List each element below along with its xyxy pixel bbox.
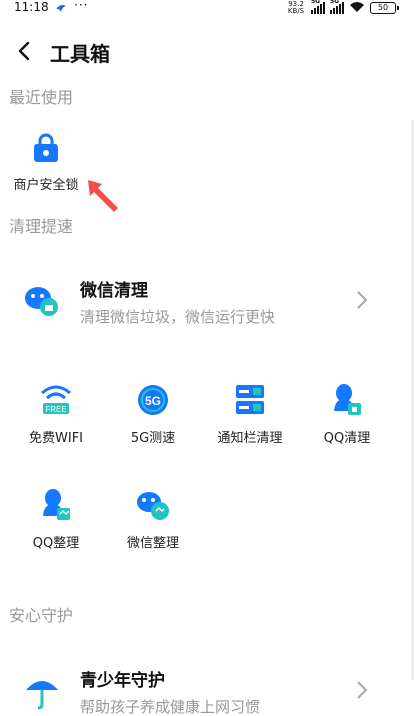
recent-item-merchant-lock[interactable]: 商户安全锁 [6,132,86,193]
tool-label: 通知栏清理 [217,431,283,446]
umbrella-icon [24,674,60,714]
pointer-arrow-icon [86,178,122,218]
wechat-clean-icon [24,284,60,322]
free-wifi-icon: FREE [8,383,104,417]
tool-qq-organize[interactable]: QQ整理 [8,488,104,551]
chevron-right-icon [356,680,368,704]
chevron-right-icon [356,290,368,314]
wechat-clean-title: 微信清理 [80,281,148,301]
tool-label: QQ清理 [323,431,371,446]
wechat-clean-row[interactable]: 微信清理 清理微信垃圾，微信运行更快 [0,266,414,336]
recent-item-label: 商户安全锁 [13,178,79,193]
network-speed: 93.2 KB/S [287,0,305,15]
lock-icon [6,132,86,166]
battery-icon: 50 [370,2,399,14]
tool-wechat-organize[interactable]: 微信整理 [105,488,201,551]
svg-text:5G: 5G [145,394,161,408]
notification-app-icon [55,2,67,16]
tool-label: QQ整理 [32,536,80,551]
more-notifications-icon: ··· [74,0,89,12]
section-title-guard: 安心守护 [9,606,74,625]
wifi-icon [349,1,365,16]
tool-label: 微信整理 [126,536,179,551]
section-title-recent: 最近使用 [9,88,74,107]
tool-label: 免费WIFI [29,431,83,446]
tool-5g-speed[interactable]: 5G 5G测速 [105,383,201,446]
header: 工具箱 [0,30,414,74]
chevron-left-icon [18,41,30,61]
status-bar: 11:18 ··· 93.2 KB/S 5G 5G 50 [0,0,414,16]
tool-notification-clean[interactable]: 通知栏清理 [202,383,298,446]
wechat-clean-desc: 清理微信垃圾，微信运行更快 [80,308,276,326]
tool-qq-clean[interactable]: QQ清理 [299,383,395,446]
wechat-organize-icon [105,488,201,522]
youth-guard-row[interactable]: 青少年守护 帮助孩子养成健康上网习惯 [0,656,414,716]
tool-label: 5G测速 [130,431,176,446]
back-button[interactable] [10,36,40,66]
signal-sim2-icon: 5G [330,0,344,14]
youth-guard-title: 青少年守护 [80,671,165,691]
signal-sim1-icon: 5G [311,0,325,14]
section-title-clean: 清理提速 [9,217,74,236]
youth-guard-desc: 帮助孩子养成健康上网习惯 [80,698,261,716]
5g-speed-icon: 5G [105,383,201,417]
tool-free-wifi[interactable]: FREE 免费WIFI [8,383,104,446]
notification-clean-icon [202,383,298,417]
page-title: 工具箱 [50,42,110,66]
status-time: 11:18 [14,0,49,14]
qq-clean-icon [299,383,395,417]
qq-organize-icon [8,488,104,522]
svg-text:FREE: FREE [45,405,66,414]
